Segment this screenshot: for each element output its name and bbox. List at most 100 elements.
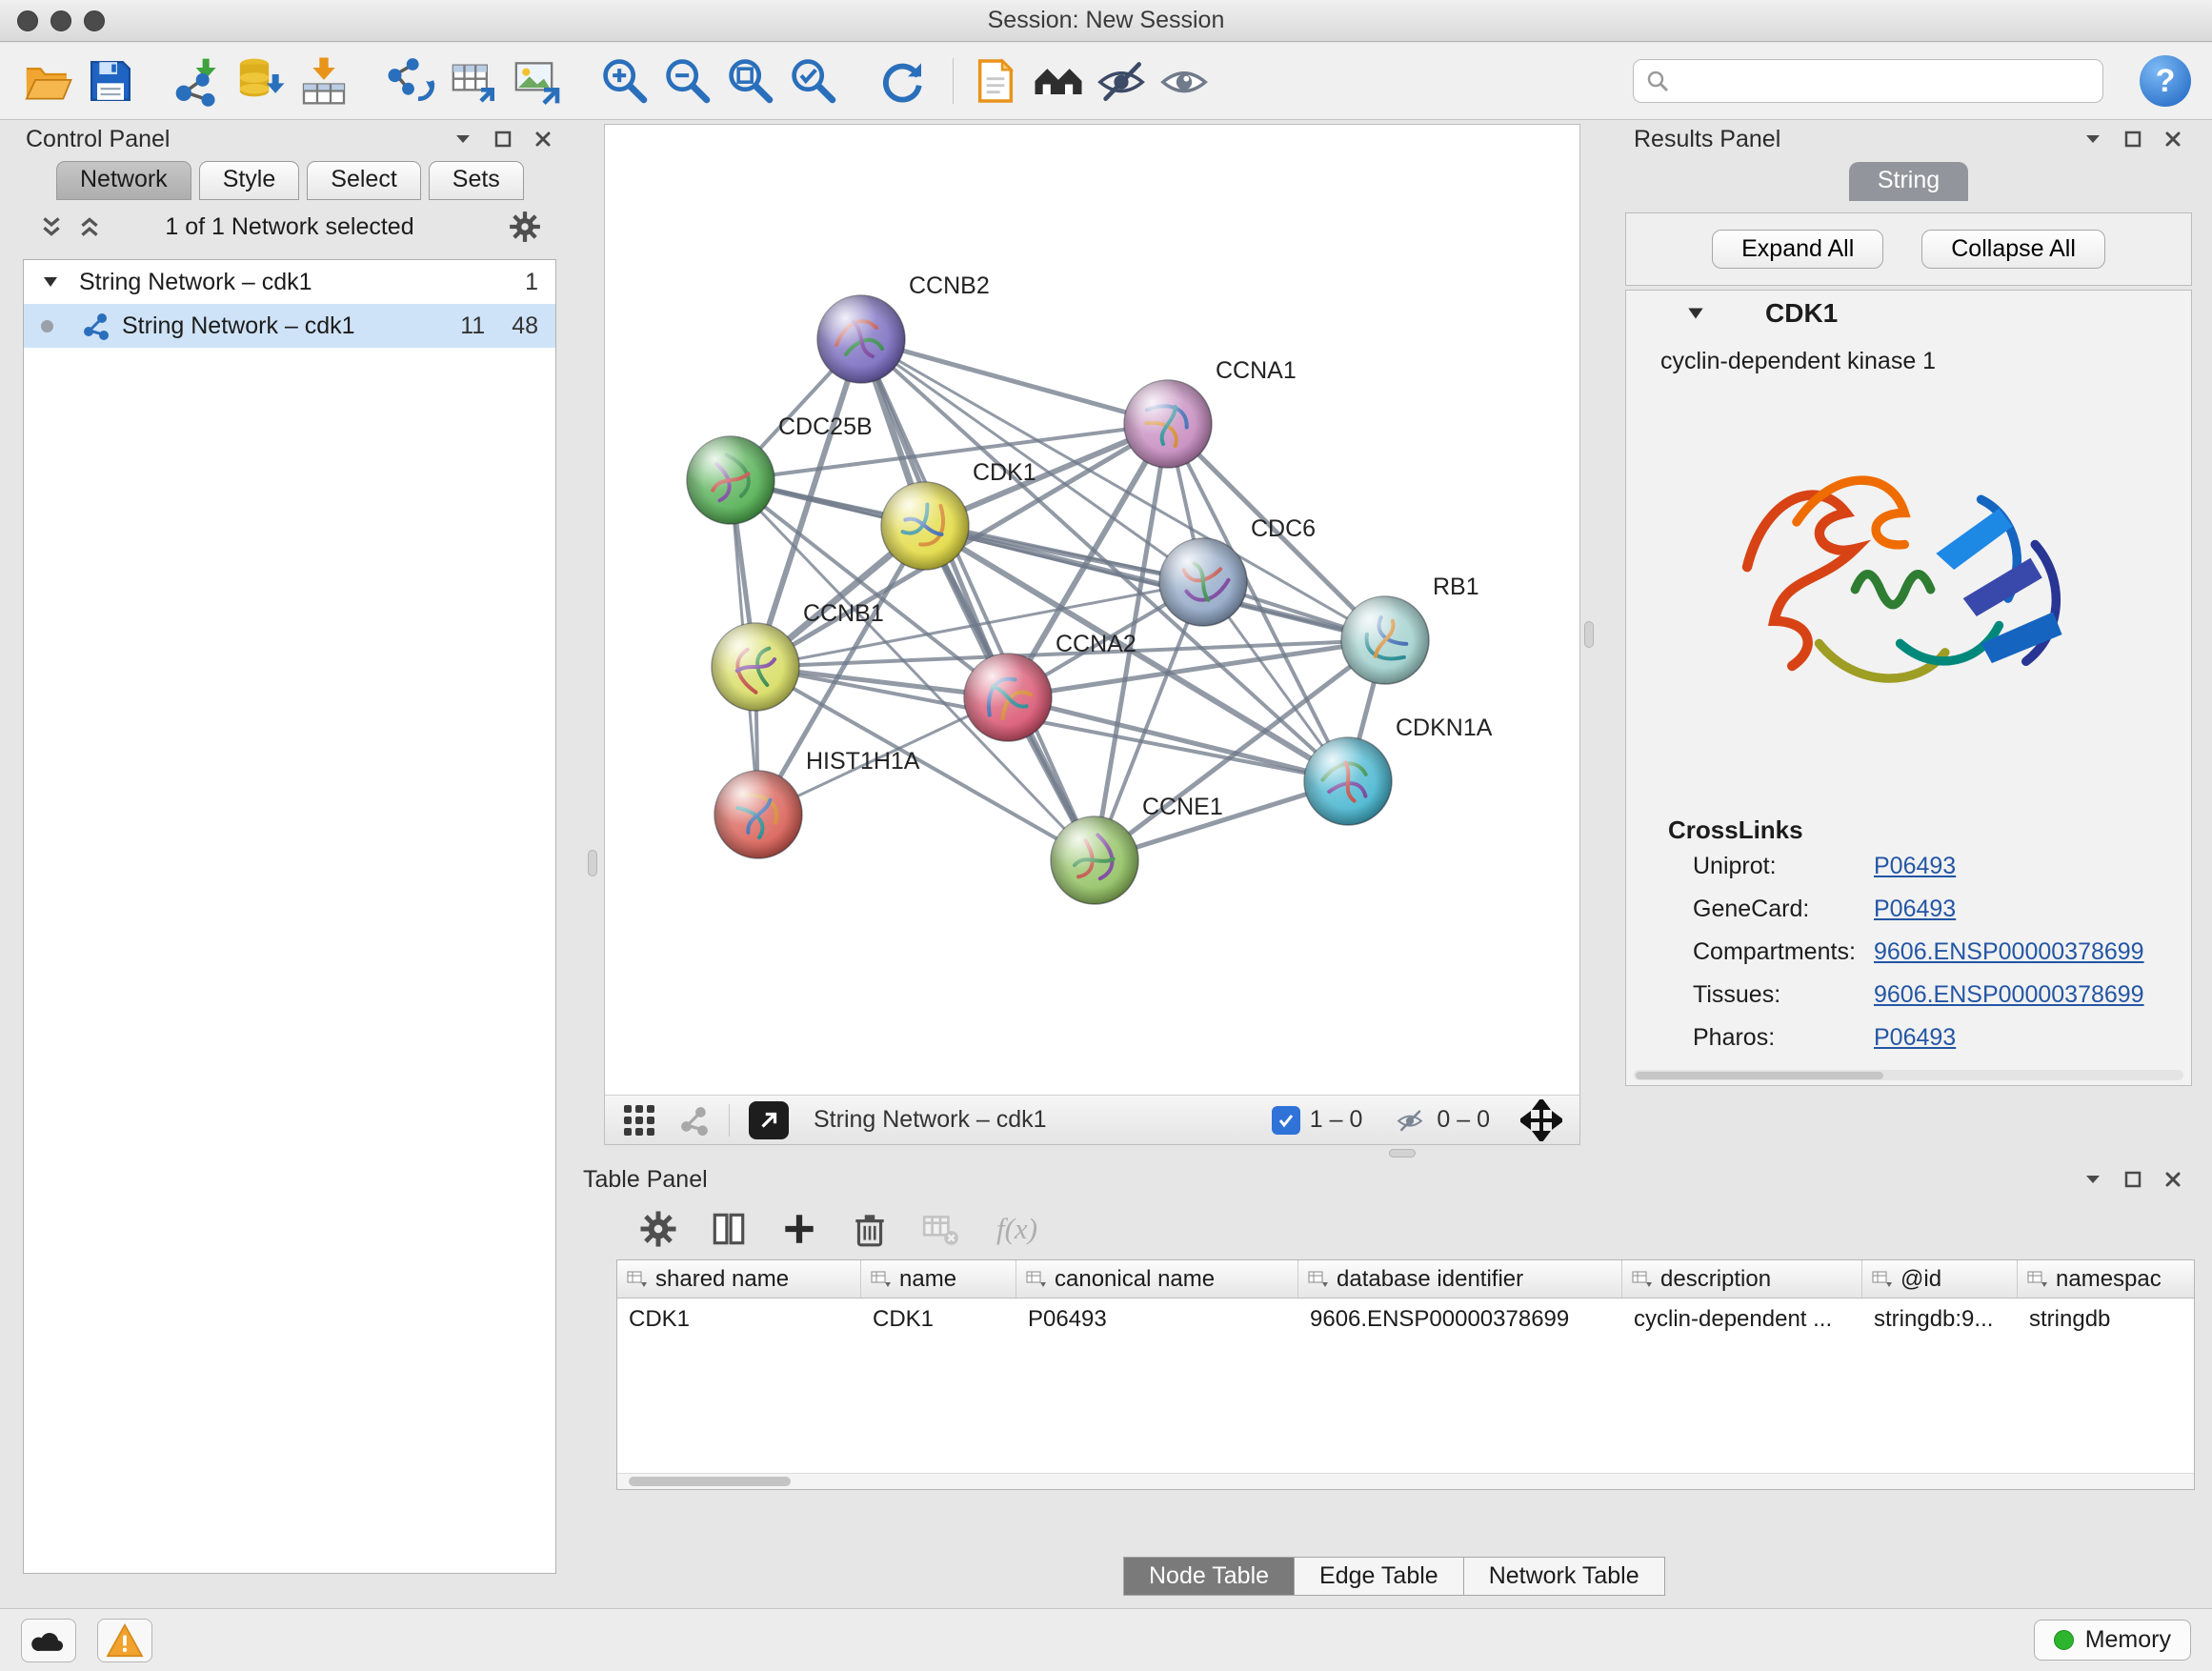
network-node-HIST1H1A[interactable]: HIST1H1A xyxy=(714,748,920,858)
table-settings-gear-icon[interactable] xyxy=(638,1209,678,1249)
panel-collapse-icon[interactable] xyxy=(452,129,473,150)
node-label: CDC6 xyxy=(1251,515,1316,542)
panel-collapse-icon[interactable] xyxy=(2082,1169,2103,1190)
grid-view-icon[interactable] xyxy=(622,1103,656,1137)
share-view-icon[interactable] xyxy=(679,1105,710,1136)
open-file-icon[interactable] xyxy=(21,54,74,108)
crosslink-link[interactable]: P06493 xyxy=(1874,1024,1956,1052)
panel-collapse-icon[interactable] xyxy=(2082,129,2103,150)
tab-select[interactable]: Select xyxy=(307,161,420,200)
network-node-CCNB1[interactable]: CCNB1 xyxy=(712,600,884,711)
panel-close-icon[interactable] xyxy=(2162,129,2183,150)
help-button[interactable]: ? xyxy=(2140,55,2191,107)
column-header-canonical-name[interactable]: canonical name xyxy=(1016,1260,1298,1298)
refresh-view-icon[interactable] xyxy=(875,54,928,108)
panel-float-icon[interactable] xyxy=(493,129,513,150)
open-in-icon xyxy=(756,1108,781,1133)
column-header-name[interactable]: name xyxy=(861,1260,1016,1298)
crosslink-link[interactable]: P06493 xyxy=(1874,896,1956,923)
zoom-fit-icon[interactable] xyxy=(724,54,777,108)
search-input[interactable] xyxy=(1679,68,2091,94)
column-header--id[interactable]: @id xyxy=(1862,1260,2018,1298)
results-tab-string[interactable]: String xyxy=(1849,162,1968,201)
panel-float-icon[interactable] xyxy=(2122,129,2143,150)
zoom-out-icon[interactable] xyxy=(661,54,714,108)
network-table-icon[interactable] xyxy=(448,54,501,108)
import-network-icon[interactable] xyxy=(171,54,225,108)
column-header-database-identifier[interactable]: database identifier xyxy=(1298,1260,1622,1298)
column-header-shared-name[interactable]: shared name xyxy=(617,1260,861,1298)
function-builder-icon[interactable]: f(x) xyxy=(996,1212,1037,1246)
birds-eye-view-button[interactable] xyxy=(749,1101,789,1139)
table-cell[interactable]: cyclin-dependent ... xyxy=(1622,1306,1862,1333)
zoom-selected-icon[interactable] xyxy=(787,54,840,108)
column-header-namespac[interactable]: namespac xyxy=(2018,1260,2195,1298)
zoom-window-button[interactable] xyxy=(84,10,105,31)
import-table-icon[interactable] xyxy=(297,54,351,108)
hide-graphics-icon[interactable] xyxy=(1095,54,1148,108)
table-cell[interactable]: CDK1 xyxy=(617,1306,861,1333)
tab-edge-table[interactable]: Edge Table xyxy=(1294,1557,1464,1596)
tab-network-table[interactable]: Network Table xyxy=(1463,1557,1665,1596)
clear-table-icon[interactable] xyxy=(920,1209,960,1249)
table-horizontal-scrollbar[interactable] xyxy=(617,1473,2194,1489)
crosslink-row: Uniprot:P06493 xyxy=(1626,845,2191,888)
table-cell[interactable]: CDK1 xyxy=(861,1306,1016,1333)
panel-float-icon[interactable] xyxy=(2122,1169,2143,1190)
table-row[interactable]: CDK1CDK1P064939606.ENSP00000378699cyclin… xyxy=(617,1299,2194,1340)
network-row[interactable]: String Network – cdk1 11 48 xyxy=(24,304,555,348)
hidden-eye-icon[interactable] xyxy=(1393,1106,1427,1135)
bottom-splitter-handle[interactable] xyxy=(1389,1149,1416,1158)
network-node-CCNA1[interactable]: CCNA1 xyxy=(1124,357,1297,468)
network-node-RB1[interactable]: RB1 xyxy=(1341,574,1479,684)
columns-icon[interactable] xyxy=(709,1209,749,1249)
clipboard-document-icon[interactable] xyxy=(969,54,1022,108)
network-canvas[interactable]: CCNB2CCNA1CDC25BCDK1CDC6RB1CCNB1CCNA2CDK… xyxy=(605,125,1581,1095)
right-splitter-handle[interactable] xyxy=(1584,621,1594,648)
save-session-icon[interactable] xyxy=(84,54,137,108)
crosslink-link[interactable]: P06493 xyxy=(1874,853,1956,880)
table-cell[interactable]: stringdb:9... xyxy=(1862,1306,2018,1333)
table-header-row: shared namenamecanonical namedatabase id… xyxy=(617,1260,2194,1299)
tab-style[interactable]: Style xyxy=(199,161,300,200)
selected-checkbox-icon[interactable] xyxy=(1272,1106,1300,1135)
collapse-triangle-icon[interactable] xyxy=(41,272,60,292)
collapse-all-button[interactable]: Collapse All xyxy=(1921,230,2105,269)
memory-button[interactable]: Memory xyxy=(2034,1620,2191,1661)
expand-all-button[interactable]: Expand All xyxy=(1712,230,1883,269)
tab-network[interactable]: Network xyxy=(56,161,191,200)
export-image-icon[interactable] xyxy=(511,54,564,108)
network-node-CDKN1A[interactable]: CDKN1A xyxy=(1304,715,1493,825)
expand-all-icon[interactable] xyxy=(77,214,102,239)
network-edge[interactable] xyxy=(861,339,1095,860)
zoom-in-icon[interactable] xyxy=(598,54,652,108)
tab-sets[interactable]: Sets xyxy=(429,161,524,200)
add-row-icon[interactable] xyxy=(779,1209,819,1249)
tab-node-table[interactable]: Node Table xyxy=(1123,1557,1295,1596)
network-node-CCNE1[interactable]: CCNE1 xyxy=(1051,794,1223,904)
home-icon[interactable] xyxy=(1032,54,1085,108)
collapse-all-icon[interactable] xyxy=(39,214,64,239)
import-database-icon[interactable] xyxy=(234,54,288,108)
left-splitter-handle[interactable] xyxy=(588,850,597,876)
table-cell[interactable]: P06493 xyxy=(1016,1306,1298,1333)
column-header-description[interactable]: description xyxy=(1622,1260,1862,1298)
fit-content-icon[interactable] xyxy=(1520,1099,1562,1141)
results-horizontal-scrollbar[interactable] xyxy=(1634,1070,2183,1080)
network-from-selection-icon[interactable] xyxy=(385,54,438,108)
table-cell[interactable]: 9606.ENSP00000378699 xyxy=(1298,1306,1622,1333)
show-graphics-icon[interactable] xyxy=(1157,54,1211,108)
gear-icon[interactable] xyxy=(508,210,542,244)
close-window-button[interactable] xyxy=(17,10,38,31)
cloud-button[interactable] xyxy=(21,1619,76,1662)
table-cell[interactable]: stringdb xyxy=(2018,1306,2194,1333)
panel-close-icon[interactable] xyxy=(533,129,553,150)
crosslink-link[interactable]: 9606.ENSP00000378699 xyxy=(1874,981,2144,1009)
entry-collapse-triangle-icon[interactable] xyxy=(1685,303,1706,324)
panel-close-icon[interactable] xyxy=(2162,1169,2183,1190)
crosslink-link[interactable]: 9606.ENSP00000378699 xyxy=(1874,938,2144,966)
warnings-button[interactable] xyxy=(97,1619,152,1662)
network-collection-row[interactable]: String Network – cdk1 1 xyxy=(24,260,555,304)
delete-icon[interactable] xyxy=(850,1209,890,1249)
minimize-window-button[interactable] xyxy=(50,10,71,31)
